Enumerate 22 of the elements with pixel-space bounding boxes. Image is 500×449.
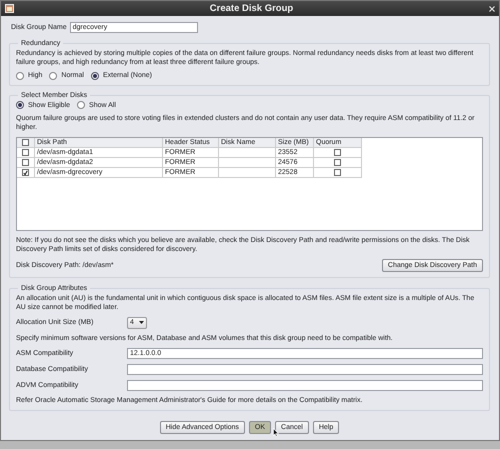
dropdown-icon <box>139 321 144 324</box>
checkbox[interactable] <box>334 169 341 176</box>
app-icon <box>5 4 14 13</box>
radio-button[interactable] <box>77 101 86 109</box>
radio-button[interactable] <box>16 101 24 109</box>
compatibility-field[interactable] <box>127 380 483 390</box>
checkbox[interactable] <box>334 159 341 166</box>
table-cell <box>219 148 276 158</box>
close-icon[interactable] <box>488 6 495 12</box>
radio-button[interactable] <box>49 72 58 80</box>
compatibility-field[interactable] <box>127 364 483 374</box>
table-cell <box>219 168 276 178</box>
checkbox[interactable] <box>334 149 341 156</box>
table-cell <box>219 158 276 168</box>
radio-button[interactable] <box>90 72 99 80</box>
mouse-cursor-icon <box>273 428 279 437</box>
window-title: Create Disk Group <box>210 3 294 14</box>
checkbox[interactable] <box>22 169 29 176</box>
checkbox[interactable] <box>22 149 29 156</box>
checkbox[interactable] <box>22 159 29 166</box>
radio-button[interactable] <box>16 72 24 80</box>
checkbox[interactable] <box>22 139 29 146</box>
